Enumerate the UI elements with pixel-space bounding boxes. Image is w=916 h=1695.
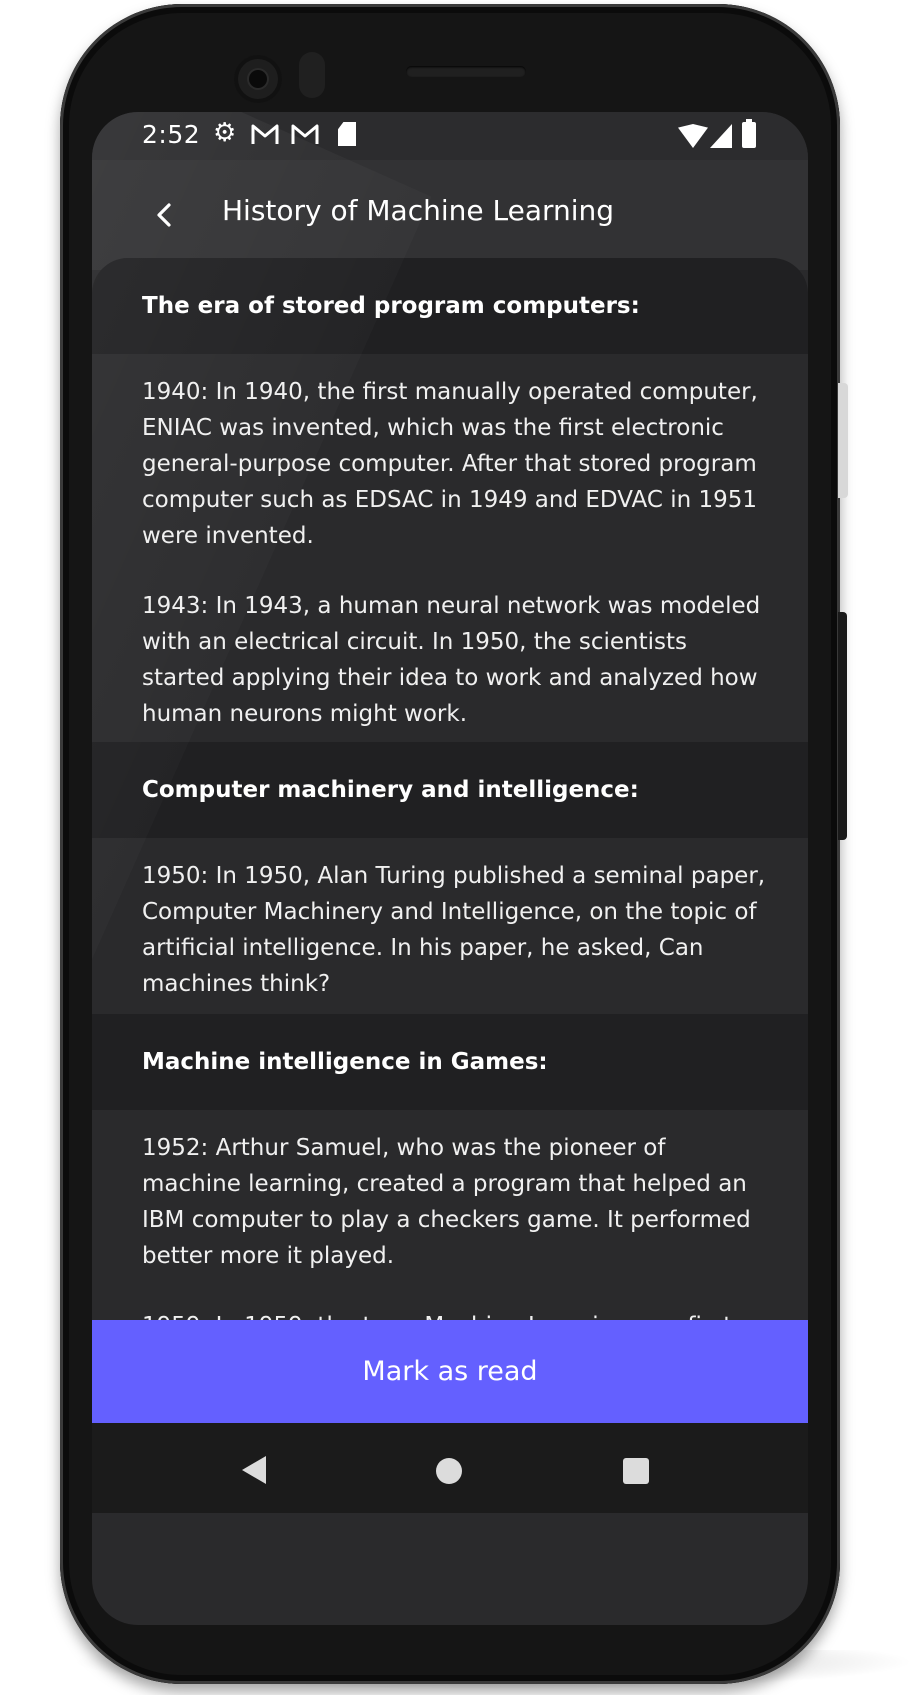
earpiece-speaker [406, 66, 526, 77]
recents-square-icon[interactable] [623, 1458, 649, 1484]
proximity-sensor [299, 52, 325, 98]
gmail-icon [290, 122, 320, 150]
paragraph: 1950: In 1950, Alan Turing published a s… [142, 863, 766, 997]
status-bar: 2:52 ⚙ [92, 112, 808, 160]
chevron-left-icon [157, 203, 171, 227]
section-heading: Machine intelligence in Games: [92, 1014, 808, 1110]
wifi-icon [678, 124, 708, 148]
app-bar: History of Machine Learning [92, 160, 808, 270]
mark-as-read-button[interactable]: Mark as read [92, 1320, 808, 1423]
front-camera [234, 55, 282, 103]
status-time: 2:52 [142, 120, 201, 149]
screen: 2:52 ⚙ History of Machine Learning The e… [92, 112, 808, 1625]
paragraph: 1943: In 1943, a human neural network wa… [142, 593, 761, 727]
back-button[interactable] [140, 190, 190, 240]
sd-card-icon [338, 122, 356, 146]
article-content[interactable]: The era of stored program computers: 194… [92, 258, 808, 1332]
gmail-icon [250, 122, 280, 150]
section-body: 1952: Arthur Samuel, who was the pioneer… [92, 1110, 808, 1332]
section-body: 1950: In 1950, Alan Turing published a s… [92, 838, 808, 1014]
section-heading: Computer machinery and intelligence: [92, 742, 808, 838]
battery-icon [742, 119, 756, 148]
power-button [838, 383, 848, 498]
section-heading: The era of stored program computers: [92, 258, 808, 354]
signal-icon [710, 124, 732, 148]
paragraph: 1952: Arthur Samuel, who was the pioneer… [142, 1135, 751, 1269]
navigation-bar [92, 1423, 808, 1513]
settings-icon: ⚙ [213, 118, 237, 148]
section-body: 1940: In 1940, the first manually operat… [92, 354, 808, 742]
paragraph: 1940: In 1940, the first manually operat… [142, 379, 758, 549]
home-circle-icon[interactable] [436, 1458, 462, 1484]
volume-button [838, 612, 847, 840]
page-title: History of Machine Learning [222, 194, 615, 227]
back-triangle-icon[interactable] [242, 1456, 266, 1484]
